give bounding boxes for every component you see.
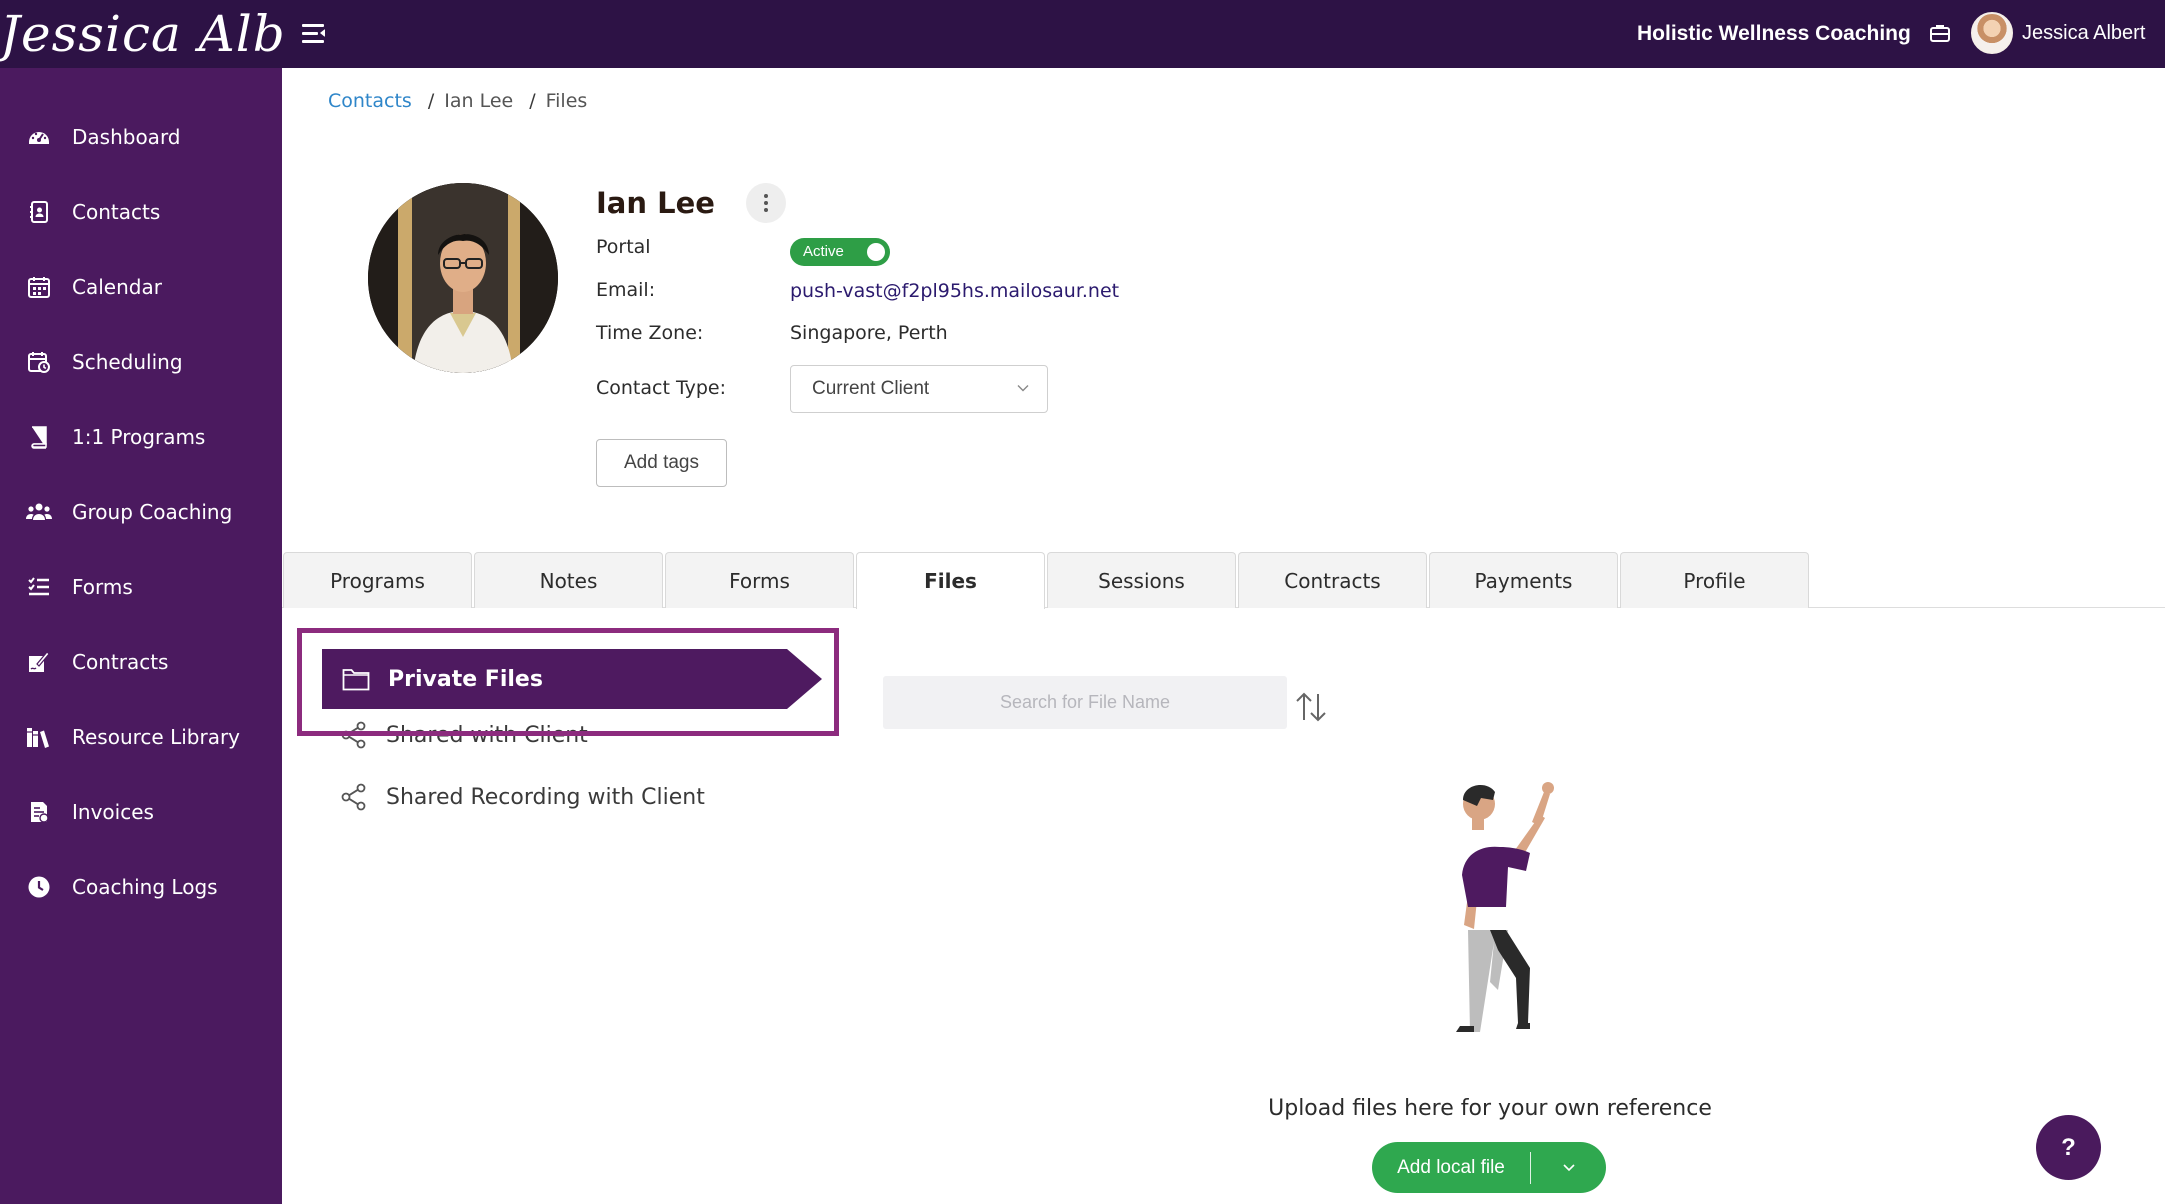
- sidebar-item-calendar[interactable]: Calendar: [0, 256, 282, 318]
- tab-programs[interactable]: Programs: [283, 552, 472, 608]
- portal-status-text: Active: [803, 243, 844, 260]
- folder-shared-recording-with-client[interactable]: Shared Recording with Client: [340, 782, 705, 812]
- brand-logo[interactable]: Jessica Albert: [0, 0, 282, 70]
- file-search-input[interactable]: [883, 676, 1287, 729]
- top-bar: Jessica Albert Holistic Wellness Coachin…: [0, 0, 2165, 68]
- scheduling-icon: [26, 349, 52, 375]
- contract-sign-icon: [26, 649, 52, 675]
- library-icon: [26, 724, 52, 750]
- contact-type-label: Contact Type:: [596, 377, 727, 399]
- email-value[interactable]: push-vast@f2pl95hs.mailosaur.net: [790, 280, 1119, 302]
- sidebar-item-forms[interactable]: Forms: [0, 556, 282, 618]
- contact-type-select[interactable]: Current Client: [790, 365, 1048, 413]
- tab-payments[interactable]: Payments: [1429, 552, 1618, 608]
- folder-label: Shared Recording with Client: [386, 784, 705, 810]
- breadcrumb: Contacts / Ian Lee / Files: [328, 90, 587, 112]
- book-icon: [26, 424, 52, 450]
- breadcrumb-separator: /: [427, 90, 435, 112]
- email-label: Email:: [596, 279, 656, 301]
- breadcrumb-contact-name[interactable]: Ian Lee: [444, 90, 513, 112]
- sidebar-item-label: Forms: [72, 575, 133, 599]
- help-button[interactable]: ?: [2036, 1115, 2101, 1180]
- sidebar-item-dashboard[interactable]: Dashboard: [0, 106, 282, 168]
- sidebar: Dashboard Contacts Calendar Scheduling 1…: [0, 68, 282, 1204]
- breadcrumb-separator: /: [529, 90, 536, 112]
- tab-sessions[interactable]: Sessions: [1047, 552, 1236, 608]
- sidebar-item-resource-library[interactable]: Resource Library: [0, 706, 282, 768]
- sidebar-item-scheduling[interactable]: Scheduling: [0, 331, 282, 393]
- chevron-down-icon: [1562, 1163, 1575, 1171]
- sidebar-item-contacts[interactable]: Contacts: [0, 181, 282, 243]
- menu-toggle-icon[interactable]: [302, 24, 326, 44]
- sidebar-item-label: Group Coaching: [72, 500, 233, 524]
- sidebar-item-label: Scheduling: [72, 350, 183, 374]
- toggle-knob: [867, 243, 885, 261]
- sidebar-item-label: Coaching Logs: [72, 875, 218, 899]
- timezone-value: Singapore, Perth: [790, 322, 948, 344]
- tab-files[interactable]: Files: [856, 552, 1045, 609]
- add-local-file-button[interactable]: Add local file: [1372, 1142, 1606, 1193]
- contact-name: Ian Lee: [596, 186, 715, 220]
- sidebar-item-label: Calendar: [72, 275, 162, 299]
- sidebar-item-label: Dashboard: [72, 125, 181, 149]
- user-avatar[interactable]: [1971, 12, 2013, 54]
- sidebar-item-coaching-logs[interactable]: Coaching Logs: [0, 856, 282, 918]
- sidebar-item-label: 1:1 Programs: [72, 425, 206, 449]
- empty-state-message: Upload files here for your own reference: [1268, 1096, 1712, 1121]
- sidebar-item-label: Resource Library: [72, 725, 241, 749]
- add-file-dropdown-toggle[interactable]: [1531, 1163, 1606, 1173]
- portal-toggle[interactable]: Active: [790, 238, 890, 266]
- briefcase-icon[interactable]: [1930, 24, 1950, 42]
- empty-state-illustration: [1456, 782, 1554, 1032]
- dashboard-icon: [26, 124, 52, 150]
- calendar-icon: [26, 274, 52, 300]
- sidebar-item-programs[interactable]: 1:1 Programs: [0, 406, 282, 468]
- tab-contracts[interactable]: Contracts: [1238, 552, 1427, 608]
- timezone-label: Time Zone:: [596, 322, 704, 344]
- clock-icon: [26, 874, 52, 900]
- sidebar-item-label: Contracts: [72, 650, 169, 674]
- share-icon: [340, 782, 370, 812]
- group-icon: [26, 499, 52, 525]
- tab-notes[interactable]: Notes: [474, 552, 663, 608]
- breadcrumb-current: Files: [545, 90, 588, 112]
- contacts-icon: [26, 199, 52, 225]
- breadcrumb-contacts-link[interactable]: Contacts: [328, 90, 412, 112]
- sidebar-item-label: Invoices: [72, 800, 154, 824]
- sidebar-item-group-coaching[interactable]: Group Coaching: [0, 481, 282, 543]
- chevron-down-icon: [1017, 385, 1029, 392]
- sidebar-item-invoices[interactable]: Invoices: [0, 781, 282, 843]
- invoice-icon: [26, 799, 52, 825]
- contact-photo: [368, 183, 558, 373]
- sidebar-item-contracts[interactable]: Contracts: [0, 631, 282, 693]
- button-divider: [1530, 1151, 1531, 1184]
- sidebar-item-label: Contacts: [72, 200, 161, 224]
- user-name[interactable]: Jessica Albert: [2022, 22, 2145, 45]
- add-local-file-label[interactable]: Add local file: [1372, 1157, 1530, 1179]
- more-options-icon[interactable]: [746, 183, 786, 223]
- sort-icon[interactable]: [1294, 690, 1328, 724]
- portal-label: Portal: [596, 236, 651, 258]
- contact-type-value: Current Client: [812, 378, 930, 399]
- highlight-box: [297, 628, 839, 736]
- add-tags-button[interactable]: Add tags: [596, 439, 727, 487]
- tab-profile[interactable]: Profile: [1620, 552, 1809, 608]
- organization-name[interactable]: Holistic Wellness Coaching: [1637, 22, 1911, 46]
- tab-forms[interactable]: Forms: [665, 552, 854, 608]
- list-icon: [26, 574, 52, 600]
